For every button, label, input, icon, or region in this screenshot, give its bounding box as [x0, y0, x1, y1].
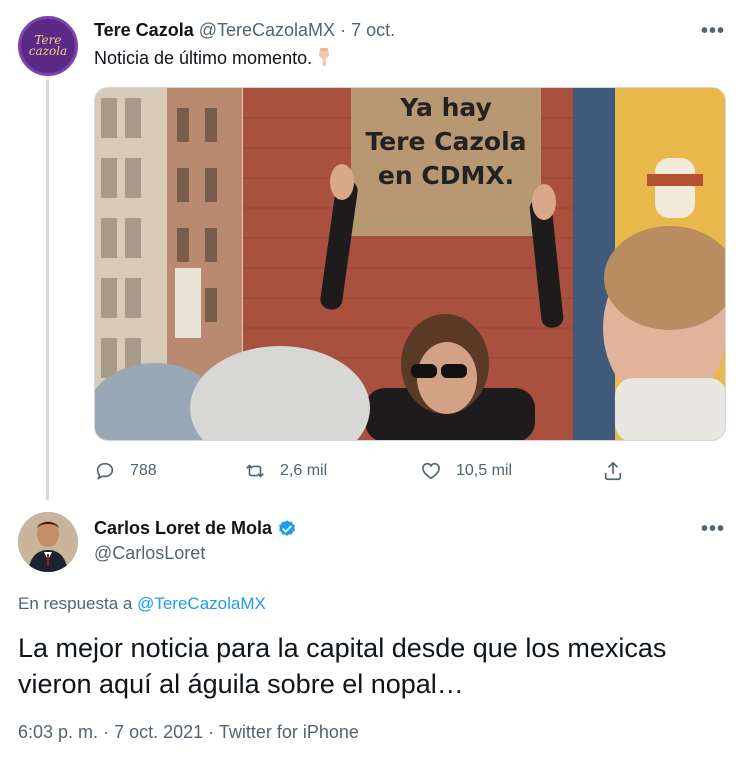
tweet-date[interactable]: 7 oct. [351, 20, 395, 40]
retweet-icon [246, 464, 264, 478]
tweet-source[interactable]: Twitter for iPhone [219, 722, 359, 742]
tweet-header: Tere Cazola @TereCazolaMX · 7 oct. [94, 20, 395, 41]
thread-line [46, 80, 49, 500]
sign-text-line1: Ya hay [399, 93, 492, 122]
replied-handle-link[interactable]: @TereCazolaMX [137, 594, 266, 613]
retweet-count: 2,6 mil [280, 462, 328, 479]
reply-icon [96, 462, 114, 481]
author-handle[interactable]: @TereCazolaMX [199, 20, 335, 40]
original-tweet: Tere cazola Tere Cazola @TereCazolaMX · 7… [0, 0, 747, 500]
author-name-row: Carlos Loret de Mola [94, 518, 297, 539]
like-button[interactable]: 10,5 mil [420, 456, 512, 486]
more-options-icon[interactable]: ••• [701, 518, 725, 541]
tweet-text: Noticia de último momento. [94, 47, 332, 69]
dot-separator: · [340, 20, 347, 40]
reply-count: 788 [130, 462, 157, 479]
more-options-icon[interactable]: ••• [701, 20, 725, 43]
tweet-metadata: 6:03 p. m. · 7 oct. 2021 · Twitter for i… [18, 722, 359, 742]
tweet-actions: 788 2,6 mil 10,5 mil [94, 456, 634, 486]
author-name[interactable]: Tere Cazola [94, 20, 194, 40]
reply-button[interactable]: 788 [94, 456, 157, 486]
like-count: 10,5 mil [456, 462, 513, 479]
sign-text-line3: en CDMX. [378, 161, 514, 190]
verified-badge-icon [279, 519, 296, 536]
tweet-text: La mejor noticia para la capital desde q… [18, 633, 667, 699]
pointing-down-hand-icon [319, 48, 330, 66]
reply-tweet: Carlos Loret de Mola @CarlosLoret ••• En… [0, 500, 747, 767]
share-button[interactable] [602, 456, 624, 486]
tere-cazola-logo: Tere cazola [28, 33, 68, 58]
heart-icon [422, 462, 440, 480]
tweet-time[interactable]: 6:03 p. m. [18, 722, 98, 742]
tweet-image[interactable]: Ya hay Tere Cazola en CDMX. [94, 87, 726, 441]
author-name[interactable]: Carlos Loret de Mola [94, 518, 272, 539]
author-handle[interactable]: @CarlosLoret [94, 543, 205, 564]
sign-text-line2: Tere Cazola [365, 127, 526, 156]
reply-context: En respuesta a @TereCazolaMX [18, 594, 266, 613]
tere-cazola-avatar[interactable]: Tere cazola [18, 16, 78, 76]
retweet-button[interactable]: 2,6 mil [244, 456, 327, 486]
tweet-date[interactable]: 7 oct. 2021 [114, 722, 203, 742]
carlos-loret-avatar[interactable] [18, 512, 78, 572]
share-icon [604, 461, 622, 481]
